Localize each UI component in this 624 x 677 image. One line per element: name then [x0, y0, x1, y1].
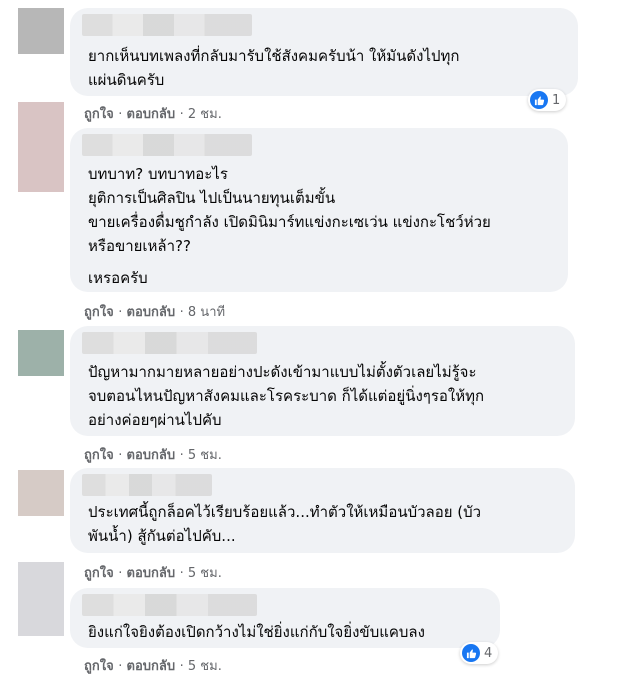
- reaction-count-badge[interactable]: 4: [460, 642, 499, 664]
- separator-dot: ·: [179, 448, 188, 463]
- like-link[interactable]: ถูกใจ: [84, 659, 114, 674]
- separator-dot: ·: [118, 305, 127, 320]
- comment-actions: ถูกใจ · ตอบกลับ · 2 ชม.: [84, 103, 222, 124]
- reply-link[interactable]: ตอบกลับ: [127, 107, 176, 122]
- like-link[interactable]: ถูกใจ: [84, 107, 114, 122]
- comment-bubble: ยิงแก่ใจยิงต้องเปิดกว้างไม่ใช่ยิ่งแก่กับ…: [70, 588, 500, 648]
- comment-text-line: ขายเครื่องดื่มชูกำลัง เปิดมินิมาร์ทแข่งก…: [88, 213, 491, 231]
- avatar[interactable]: [18, 8, 64, 54]
- author-name-redacted[interactable]: [82, 134, 252, 156]
- separator-dot: ·: [118, 448, 127, 463]
- timestamp[interactable]: 5 ชม.: [188, 448, 222, 463]
- comment-text-line: [82, 258, 556, 266]
- timestamp[interactable]: 8 นาที: [188, 305, 225, 320]
- like-link[interactable]: ถูกใจ: [84, 448, 114, 463]
- avatar[interactable]: [18, 102, 64, 192]
- reaction-count-badge[interactable]: 1: [528, 89, 567, 111]
- separator-dot: ·: [118, 107, 127, 122]
- thumbs-up-icon: [462, 644, 480, 662]
- comment-text-line: บทบาท? บทบาทอะไร: [88, 165, 228, 183]
- reaction-count: 4: [484, 645, 493, 661]
- comment-text-line: หรือขายเหล้า??: [88, 237, 191, 255]
- timestamp[interactable]: 5 ชม.: [188, 566, 222, 581]
- avatar[interactable]: [18, 330, 64, 376]
- author-name-redacted[interactable]: [82, 14, 252, 36]
- comment-text-line: เหรอครับ: [88, 269, 148, 287]
- comment-text-line: ยิงแก่ใจยิงต้องเปิดกว้างไม่ใช่ยิ่งแก่กับ…: [88, 623, 425, 641]
- comment-text-line: ประเทศนี้ถูกล็อคไว้เรียบร้อยแล้ว...ทำตัว…: [88, 503, 482, 521]
- comment-text-line: ยากเห็นบทเพลงที่กลับมารับใช้สังคมครับน้า…: [88, 47, 460, 65]
- comment-actions: ถูกใจ · ตอบกลับ · 5 ชม.: [84, 562, 222, 583]
- comment-text-line: พันน้ำ) สู้กันต่อไปคับ...: [88, 527, 236, 545]
- timestamp[interactable]: 5 ชม.: [188, 659, 222, 674]
- comment-text-line: แผ่นดินครับ: [88, 71, 165, 89]
- separator-dot: ·: [118, 566, 127, 581]
- comment-bubble: ปัญหามากมายหลายอย่างปะดังเข้ามาแบบไม่ตั้…: [70, 326, 575, 436]
- separator-dot: ·: [179, 659, 188, 674]
- separator-dot: ·: [179, 107, 188, 122]
- reply-link[interactable]: ตอบกลับ: [127, 305, 176, 320]
- thumbs-up-icon: [530, 91, 548, 109]
- reply-link[interactable]: ตอบกลับ: [127, 448, 176, 463]
- separator-dot: ·: [179, 566, 188, 581]
- avatar[interactable]: [18, 562, 64, 636]
- author-name-redacted[interactable]: [82, 474, 212, 496]
- like-link[interactable]: ถูกใจ: [84, 566, 114, 581]
- comment-text-line: ยุติการเป็นศิลปิน ไปเป็นนายทุนเต็มขั้น: [88, 189, 336, 207]
- author-name-redacted[interactable]: [82, 594, 257, 616]
- comment-bubble: บทบาท? บทบาทอะไร ยุติการเป็นศิลปิน ไปเป็…: [70, 128, 568, 292]
- reaction-count: 1: [552, 92, 561, 108]
- comment-bubble: ประเทศนี้ถูกล็อคไว้เรียบร้อยแล้ว...ทำตัว…: [70, 468, 575, 553]
- like-link[interactable]: ถูกใจ: [84, 305, 114, 320]
- comment-actions: ถูกใจ · ตอบกลับ · 5 ชม.: [84, 444, 222, 465]
- separator-dot: ·: [118, 659, 127, 674]
- comment-text-line: ปัญหามากมายหลายอย่างปะดังเข้ามาแบบไม่ตั้…: [88, 363, 477, 381]
- avatar[interactable]: [18, 470, 64, 516]
- reply-link[interactable]: ตอบกลับ: [127, 659, 176, 674]
- comment-bubble: ยากเห็นบทเพลงที่กลับมารับใช้สังคมครับน้า…: [70, 8, 578, 96]
- comment-actions: ถูกใจ · ตอบกลับ · 8 นาที: [84, 301, 225, 322]
- reply-link[interactable]: ตอบกลับ: [127, 566, 176, 581]
- comment-actions: ถูกใจ · ตอบกลับ · 5 ชม.: [84, 655, 222, 676]
- timestamp[interactable]: 2 ชม.: [188, 107, 222, 122]
- comment-text-line: จบตอนไหนปัญหาสังคมและโรคระบาด ก็ได้แต่อย…: [88, 387, 485, 405]
- comment-text-line: อย่างค่อยๆผ่านไปคับ: [88, 411, 222, 429]
- author-name-redacted[interactable]: [82, 332, 257, 354]
- separator-dot: ·: [179, 305, 188, 320]
